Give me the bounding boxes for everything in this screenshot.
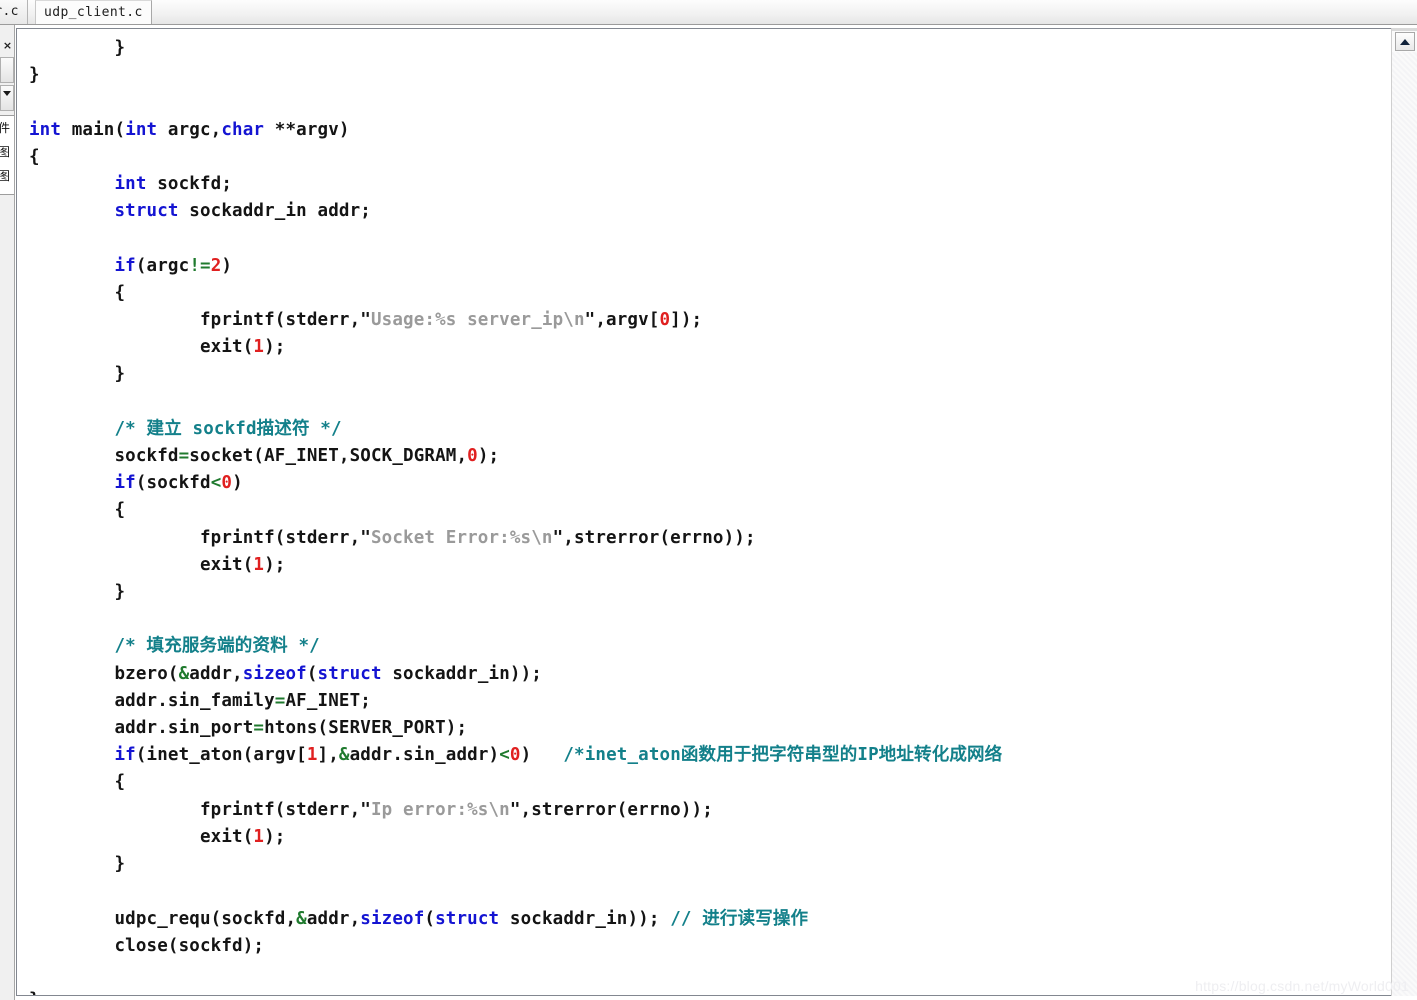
tree-item[interactable]: 图 [0, 164, 14, 188]
editor-tab-bar: er.c udp_client.c [0, 0, 1417, 25]
tree-item[interactable]: 图 [0, 140, 14, 164]
dock-toolbar-button-2[interactable] [0, 85, 14, 111]
source-code[interactable]: } } int main(int argc,char **argv) { int… [29, 35, 1002, 995]
chevron-down-icon[interactable] [3, 91, 11, 96]
scrollbar-track[interactable] [1392, 52, 1417, 996]
project-tree[interactable]: 件 图 图 [0, 115, 14, 195]
left-dock-panel: × 件 图 图 [0, 25, 15, 1000]
tree-item[interactable]: 件 [0, 116, 14, 140]
scrollbar-cap [1392, 28, 1417, 31]
scroll-up-arrow-icon[interactable] [1395, 32, 1415, 51]
dock-toolbar-button-1[interactable] [0, 57, 14, 83]
close-icon[interactable]: × [1, 38, 14, 53]
tab-udp-server-c[interactable]: er.c [0, 0, 28, 24]
vertical-scrollbar[interactable] [1391, 28, 1417, 996]
watermark: https://blog.csdn.net/myWorld001 [1195, 978, 1409, 994]
code-editor[interactable]: } } int main(int argc,char **argv) { int… [16, 28, 1391, 996]
tab-udp-client-c[interactable]: udp_client.c [35, 0, 152, 24]
